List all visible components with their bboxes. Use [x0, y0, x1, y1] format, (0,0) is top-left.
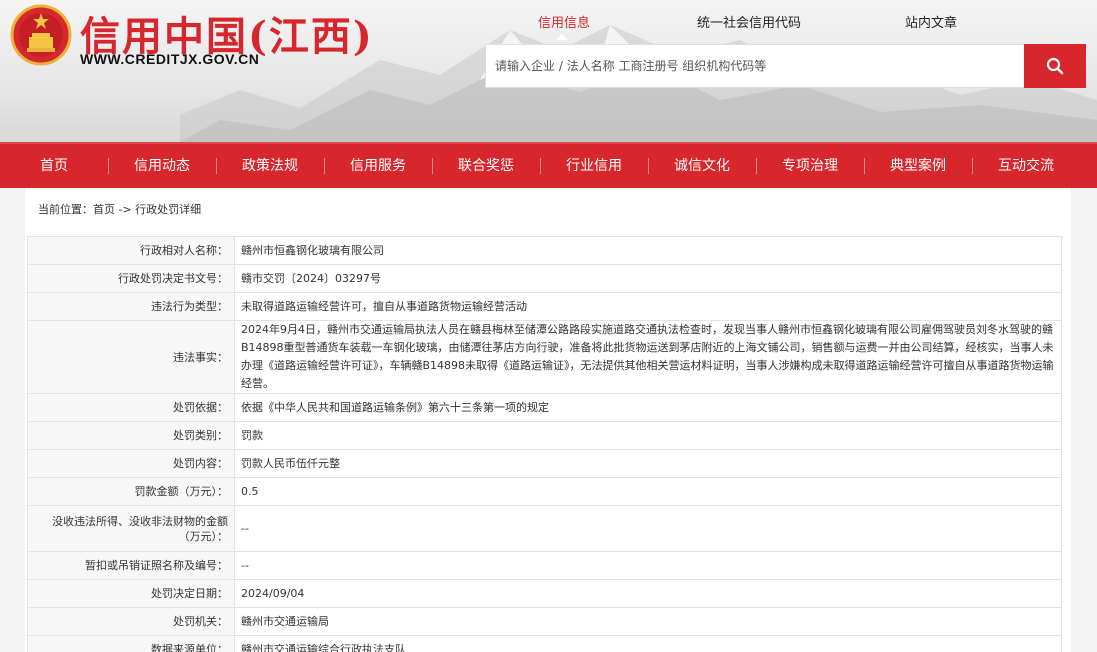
nav-special-governance[interactable]: 专项治理	[756, 144, 864, 188]
row-label: 行政处罚决定书文号：	[27, 264, 235, 293]
row-label: 暂扣或吊销证照名称及编号：	[27, 551, 235, 580]
nav-credit-news[interactable]: 信用动态	[108, 144, 216, 188]
nav-interaction[interactable]: 互动交流	[972, 144, 1080, 188]
nav-credit-services[interactable]: 信用服务	[324, 144, 432, 188]
tab-credit-code[interactable]: 统一社会信用代码	[697, 12, 801, 31]
tab-site-articles[interactable]: 站内文章	[905, 12, 957, 31]
row-label: 行政相对人名称：	[27, 236, 235, 265]
row-label: 处罚依据：	[27, 393, 235, 422]
row-label: 处罚机关：	[27, 607, 235, 636]
row-label: 数据来源单位：	[27, 635, 235, 652]
tab-credit-info[interactable]: 信用信息	[538, 12, 590, 31]
row-value: 赣州市交通运输局	[234, 607, 1062, 636]
table-row: 处罚类别： 罚款	[27, 421, 1062, 450]
row-label: 处罚内容：	[27, 449, 235, 478]
main-nav: 首页 信用动态 政策法规 信用服务 联合奖惩 行业信用 诚信文化 专项治理 典型…	[0, 142, 1097, 188]
row-label: 违法事实：	[27, 320, 235, 394]
nav-policies[interactable]: 政策法规	[216, 144, 324, 188]
site-header: 信用中国(江西) WWW.CREDITJX.GOV.CN 信用信息 统一社会信用…	[0, 0, 1097, 142]
row-value: 赣市交罚〔2024〕03297号	[234, 264, 1062, 293]
table-row: 处罚内容： 罚款人民币伍仟元整	[27, 449, 1062, 478]
table-row: 处罚机关： 赣州市交通运输局	[27, 607, 1062, 636]
national-emblem-icon	[10, 4, 72, 66]
table-row: 行政处罚决定书文号： 赣市交罚〔2024〕03297号	[27, 264, 1062, 293]
penalty-detail-table: 行政相对人名称： 赣州市恒鑫钢化玻璃有限公司 行政处罚决定书文号： 赣市交罚〔2…	[27, 236, 1062, 652]
row-value: --	[234, 505, 1062, 552]
row-value: 罚款	[234, 421, 1062, 450]
row-value: 罚款人民币伍仟元整	[234, 449, 1062, 478]
row-value: 依据《中华人民共和国道路运输条例》第六十三条第一项的规定	[234, 393, 1062, 422]
site-domain: WWW.CREDITJX.GOV.CN	[80, 51, 260, 67]
search-input[interactable]	[486, 45, 1024, 87]
table-row: 违法事实： 2024年9月4日，赣州市交通运输局执法人员在赣县梅林至储潭公路路段…	[27, 320, 1062, 394]
table-row: 数据来源单位： 赣州市交通运输综合行政执法支队	[27, 635, 1062, 652]
table-row: 行政相对人名称： 赣州市恒鑫钢化玻璃有限公司	[27, 236, 1062, 265]
row-label: 处罚类别：	[27, 421, 235, 450]
row-value: 2024/09/04	[234, 579, 1062, 608]
nav-industry-credit[interactable]: 行业信用	[540, 144, 648, 188]
nav-joint-rewards[interactable]: 联合奖惩	[432, 144, 540, 188]
nav-integrity-culture[interactable]: 诚信文化	[648, 144, 756, 188]
table-row: 处罚决定日期： 2024/09/04	[27, 579, 1062, 608]
row-value: 赣州市恒鑫钢化玻璃有限公司	[234, 236, 1062, 265]
active-tab-caret	[556, 34, 568, 40]
search-button[interactable]	[1024, 44, 1086, 88]
breadcrumb: 当前位置：首页 -> 行政处罚详细	[38, 203, 202, 216]
table-row: 处罚依据： 依据《中华人民共和国道路运输条例》第六十三条第一项的规定	[27, 393, 1062, 422]
table-row: 违法行为类型： 未取得道路运输经营许可，擅自从事道路货物运输经营活动	[27, 292, 1062, 321]
table-row: 暂扣或吊销证照名称及编号： --	[27, 551, 1062, 580]
row-value: 未取得道路运输经营许可，擅自从事道路货物运输经营活动	[234, 292, 1062, 321]
table-row: 没收违法所得、没收非法财物的金额（万元）： --	[27, 505, 1062, 552]
search-tabs: 信用信息 统一社会信用代码 站内文章	[485, 12, 1089, 34]
row-value: --	[234, 551, 1062, 580]
row-value: 2024年9月4日，赣州市交通运输局执法人员在赣县梅林至储潭公路路段实施道路交通…	[234, 320, 1062, 394]
table-row: 罚款金额（万元）： 0.5	[27, 477, 1062, 506]
search-box	[485, 44, 1025, 88]
nav-home[interactable]: 首页	[0, 144, 108, 188]
row-label: 没收违法所得、没收非法财物的金额（万元）：	[27, 505, 235, 552]
nav-typical-cases[interactable]: 典型案例	[864, 144, 972, 188]
row-value: 赣州市交通运输综合行政执法支队	[234, 635, 1062, 652]
search-icon	[1046, 57, 1064, 75]
row-label: 处罚决定日期：	[27, 579, 235, 608]
row-label: 罚款金额（万元）：	[27, 477, 235, 506]
row-value: 0.5	[234, 477, 1062, 506]
row-label: 违法行为类型：	[27, 292, 235, 321]
